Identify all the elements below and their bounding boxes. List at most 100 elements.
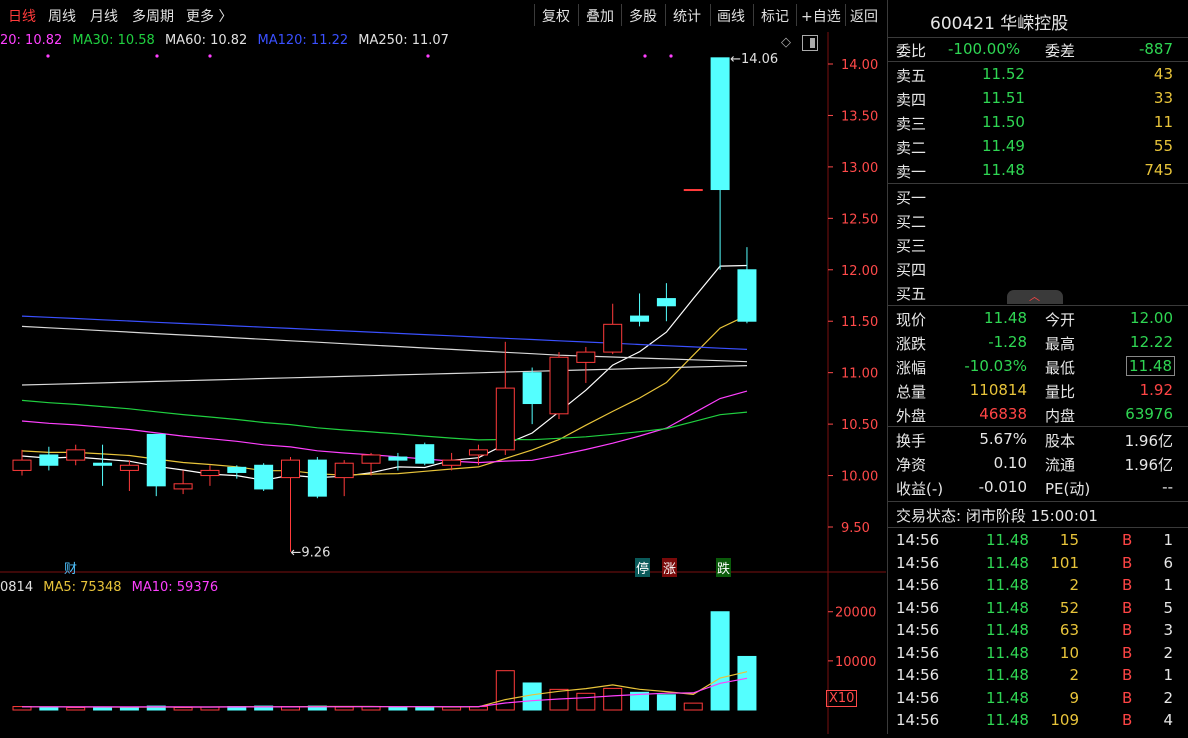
tab-daily[interactable]: 日线 [8, 6, 36, 26]
statistics-button[interactable]: 统计 [673, 6, 701, 26]
price-tick-label: 13.00 [841, 161, 878, 176]
bid-row: 买三 [888, 233, 1188, 256]
candle-body [146, 433, 166, 487]
tab-weekly[interactable]: 周线 [48, 6, 76, 26]
mark-button[interactable]: 标记 [761, 6, 789, 26]
event-dot [669, 54, 673, 58]
volume-bar [737, 655, 757, 711]
tick-volume: 2 [1069, 576, 1079, 594]
fundamental-row: 净资 0.10 流通 1.96亿 [888, 452, 1188, 475]
stat-label: 涨幅 [896, 359, 927, 377]
collapse-button[interactable]: ︿ [1007, 290, 1063, 304]
tick-row: 14:56 11.48 109 B 4 [888, 709, 1188, 732]
draw-line-button[interactable]: 画线 [717, 6, 745, 26]
stat-label: 量比 [1045, 383, 1076, 401]
candle-body [281, 459, 300, 479]
ask-volume: 745 [1144, 161, 1173, 179]
candle-body [630, 315, 650, 322]
bid-row: 买二 [888, 209, 1188, 232]
fundamental-value: 1.96亿 [1124, 456, 1173, 474]
chevron-up-icon: ︿ [1029, 290, 1040, 303]
vol-ma5-legend: MA5: 75348 [43, 580, 122, 595]
tick-time: 14:56 [896, 598, 940, 617]
restore-rights-button[interactable]: 复权 [542, 6, 570, 26]
stat-label: 涨跌 [896, 335, 927, 353]
diamond-icon[interactable]: ◇ [781, 35, 791, 50]
stat-row: 总量 110814 量比 1.92 [888, 379, 1188, 402]
tick-count: 3 [1163, 621, 1173, 639]
ask-price: 11.49 [982, 137, 1025, 155]
tick-time: 14:56 [896, 553, 940, 572]
weibi-value: -100.00% [948, 40, 1021, 58]
panel-toggle-icon[interactable] [802, 35, 818, 51]
stat-value: -10.03% [964, 357, 1027, 375]
volume-bar [576, 692, 596, 711]
tick-count: 1 [1163, 531, 1173, 549]
overlay-button[interactable]: 叠加 [586, 6, 614, 26]
event-dot [155, 54, 159, 58]
tick-price: 11.48 [986, 643, 1029, 662]
quote-panel: 600421 华嵘控股 委比 -100.00% 委差 -887 卖五 11.52 4… [887, 0, 1188, 734]
fundamental-label: 股本 [1045, 432, 1076, 450]
bid-label: 买三 [896, 237, 927, 255]
chart-canvas[interactable]: 14.00 13.50 13.00 12.50 12.00 11.50 11.00 10.50… [0, 32, 886, 734]
stat-value: 63976 [1125, 405, 1173, 423]
ma30-legend: MA30: 10.58 [72, 33, 155, 48]
volume-tick-label: 20000 [835, 606, 876, 621]
tick-volume: 9 [1069, 688, 1079, 707]
ma250-legend: MA250: 11.07 [358, 33, 449, 48]
tick-time: 14:56 [896, 621, 940, 639]
stock-header[interactable]: 600421 华嵘控股 [888, 0, 1188, 38]
candle-body [361, 454, 381, 464]
tick-price: 11.48 [986, 666, 1029, 684]
tab-more[interactable]: 更多 〉 [186, 6, 232, 26]
ma30-line [21, 399, 748, 441]
candle-body [334, 462, 354, 479]
fundamental-label: 净资 [896, 456, 927, 474]
tick-volume: 109 [1050, 711, 1079, 729]
tick-time: 14:56 [896, 666, 940, 684]
tab-monthly[interactable]: 月线 [90, 6, 118, 26]
tick-row: 14:56 11.48 9 B 2 [888, 687, 1188, 710]
weicha-value: -887 [1138, 40, 1173, 58]
ask-price: 11.50 [982, 113, 1025, 131]
candle-body [468, 449, 488, 456]
tab-multi-period[interactable]: 多周期 [132, 6, 174, 26]
fundamental-value: -- [1162, 478, 1173, 496]
tick-price: 11.48 [986, 598, 1029, 617]
finance-marker[interactable]: 财 [64, 558, 77, 577]
stat-label: 今开 [1045, 311, 1076, 329]
tick-count: 6 [1163, 553, 1173, 572]
stat-row: 涨幅 -10.03% 最低 11.48 [888, 355, 1188, 378]
tick-price: 11.48 [986, 531, 1029, 549]
back-button[interactable]: 返回 [850, 6, 878, 26]
candle-body [12, 459, 32, 471]
candle-body [683, 189, 703, 192]
price-tick-label: 10.00 [841, 470, 878, 485]
weibi-label: 委比 [896, 42, 927, 60]
stat-label: 现价 [896, 311, 927, 329]
tick-side: B [1122, 598, 1133, 617]
candle-body [522, 372, 542, 405]
ma120-legend: MA120: 11.22 [257, 33, 349, 48]
stat-row: 外盘 46838 内盘 63976 [888, 403, 1188, 426]
candle-body [119, 464, 139, 471]
ask-volume: 33 [1153, 89, 1173, 107]
tick-time: 14:56 [896, 576, 940, 594]
halt-marker[interactable]: 停 [635, 558, 651, 577]
limit-down-marker[interactable]: 跌 [716, 558, 732, 577]
candle-body [388, 456, 408, 461]
tick-side: B [1122, 553, 1133, 572]
price-tick-label: 11.50 [841, 315, 878, 330]
event-dot [426, 54, 430, 58]
fundamental-value: 0.10 [993, 454, 1027, 472]
ask-row: 卖二 11.49 55 [888, 135, 1188, 158]
multi-stock-button[interactable]: 多股 [629, 6, 657, 26]
add-watchlist-button[interactable]: +自选 [801, 6, 841, 26]
vol-ma10-legend: MA10: 59376 [131, 580, 219, 595]
ask-volume: 43 [1153, 65, 1173, 83]
volume-bar [683, 702, 703, 711]
limit-up-marker[interactable]: 涨 [662, 558, 678, 577]
candle-body [93, 462, 113, 466]
tick-time: 14:56 [896, 688, 940, 707]
